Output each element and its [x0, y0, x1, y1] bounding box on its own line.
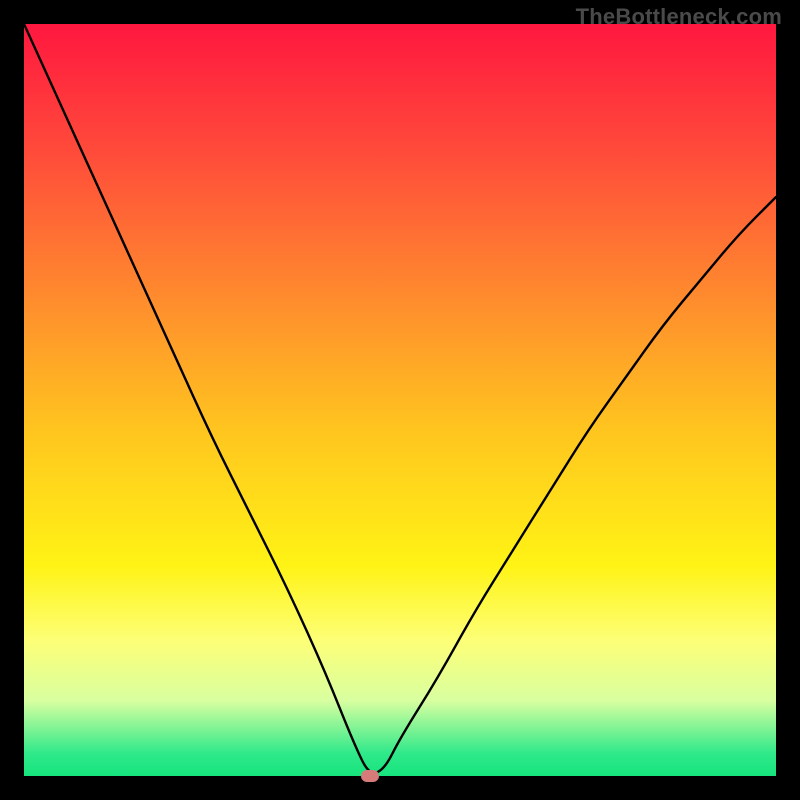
watermark-text: TheBottleneck.com: [576, 4, 782, 30]
bottleneck-curve-path: [24, 24, 776, 773]
marker-dot: [361, 770, 379, 782]
chart-frame: TheBottleneck.com: [0, 0, 800, 800]
plot-area: [24, 24, 776, 776]
curve-svg: [24, 24, 776, 776]
